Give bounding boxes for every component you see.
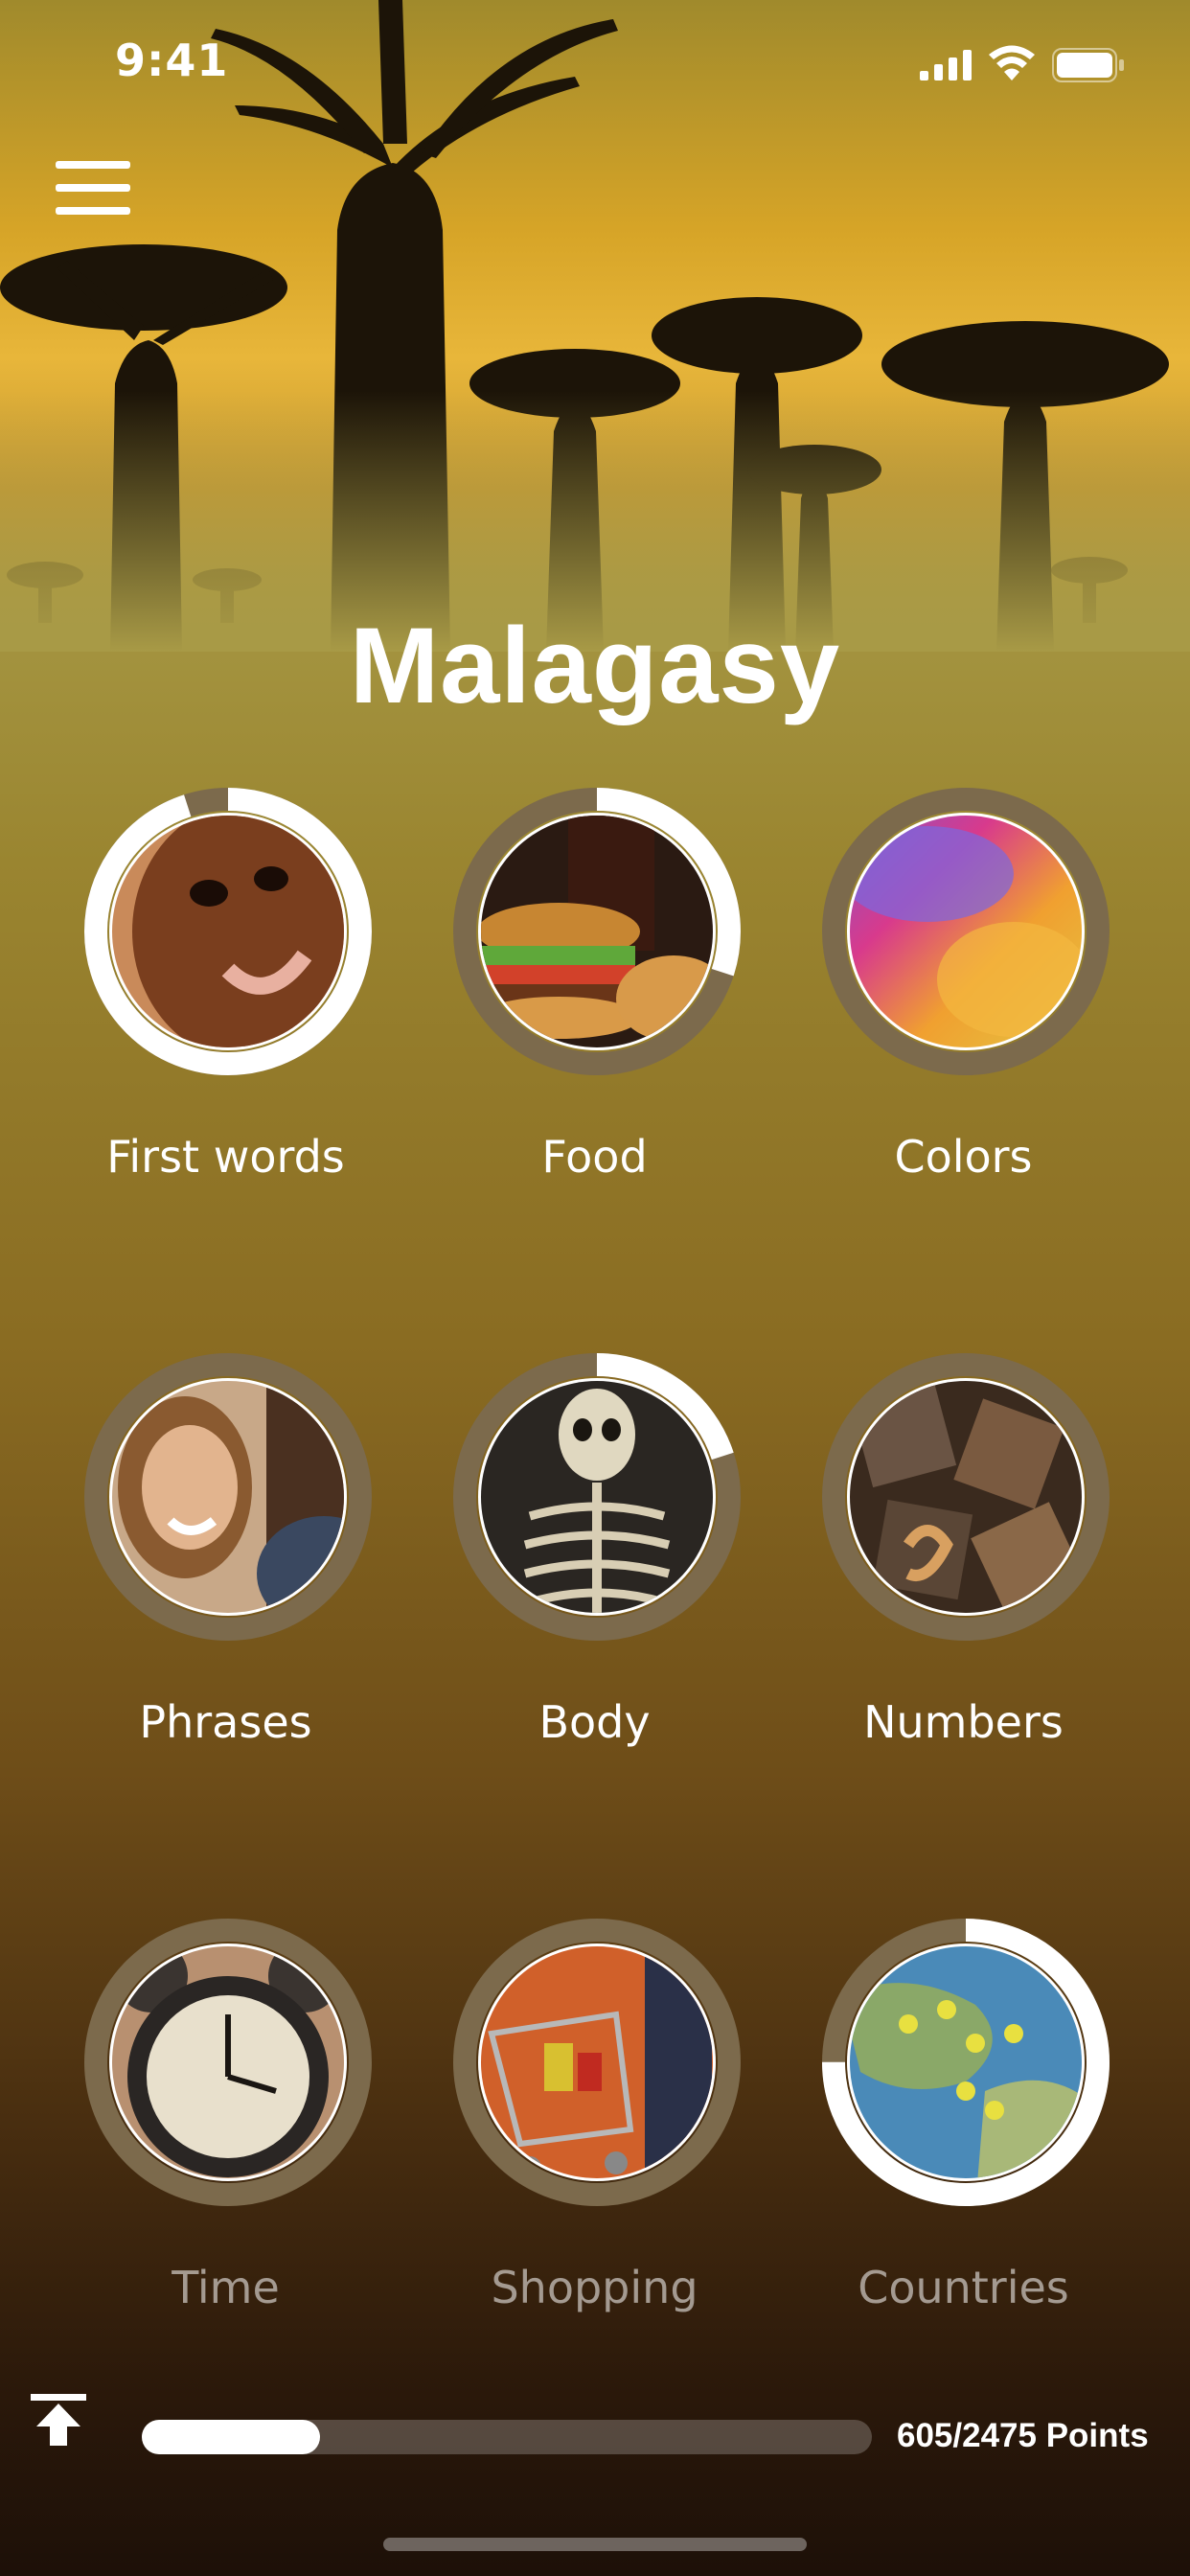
category-progress-ring — [84, 1919, 372, 2206]
upload-icon[interactable] — [29, 2390, 88, 2450]
category-label: First words — [106, 1131, 345, 1183]
category-label: Food — [541, 1131, 648, 1183]
category-label: Colors — [894, 1131, 1033, 1183]
category-progress-ring — [822, 1919, 1110, 2206]
battery-icon — [1052, 48, 1124, 82]
points-bar: 605/2475 Points — [0, 2377, 1190, 2472]
category-label: Shopping — [491, 2262, 698, 2313]
category-progress-ring — [84, 788, 372, 1075]
wifi-icon — [989, 45, 1035, 80]
category-progress-ring — [822, 788, 1110, 1075]
category-label: Phrases — [139, 1696, 312, 1748]
category-progress-ring — [84, 1353, 372, 1641]
points-progress-bar — [142, 2420, 872, 2454]
category-progress-ring — [822, 1353, 1110, 1641]
category-progress-ring — [453, 1353, 741, 1641]
points-text: 605/2475 Points — [897, 2417, 1149, 2454]
category-progress-ring — [453, 788, 741, 1075]
category-label: Countries — [858, 2262, 1069, 2313]
menu-icon — [56, 161, 130, 169]
menu-button[interactable] — [56, 161, 132, 218]
status-time: 9:41 — [115, 34, 229, 86]
cellular-signal-icon — [920, 50, 972, 80]
category-label: Numbers — [863, 1696, 1064, 1748]
category-progress-ring — [453, 1919, 741, 2206]
status-bar: 9:41 — [0, 0, 1190, 125]
points-progress-fill — [142, 2420, 320, 2454]
page-title: Malagasy — [349, 606, 841, 725]
category-label: Body — [538, 1696, 651, 1748]
category-label: Time — [172, 2262, 280, 2313]
home-indicator — [383, 2538, 807, 2551]
